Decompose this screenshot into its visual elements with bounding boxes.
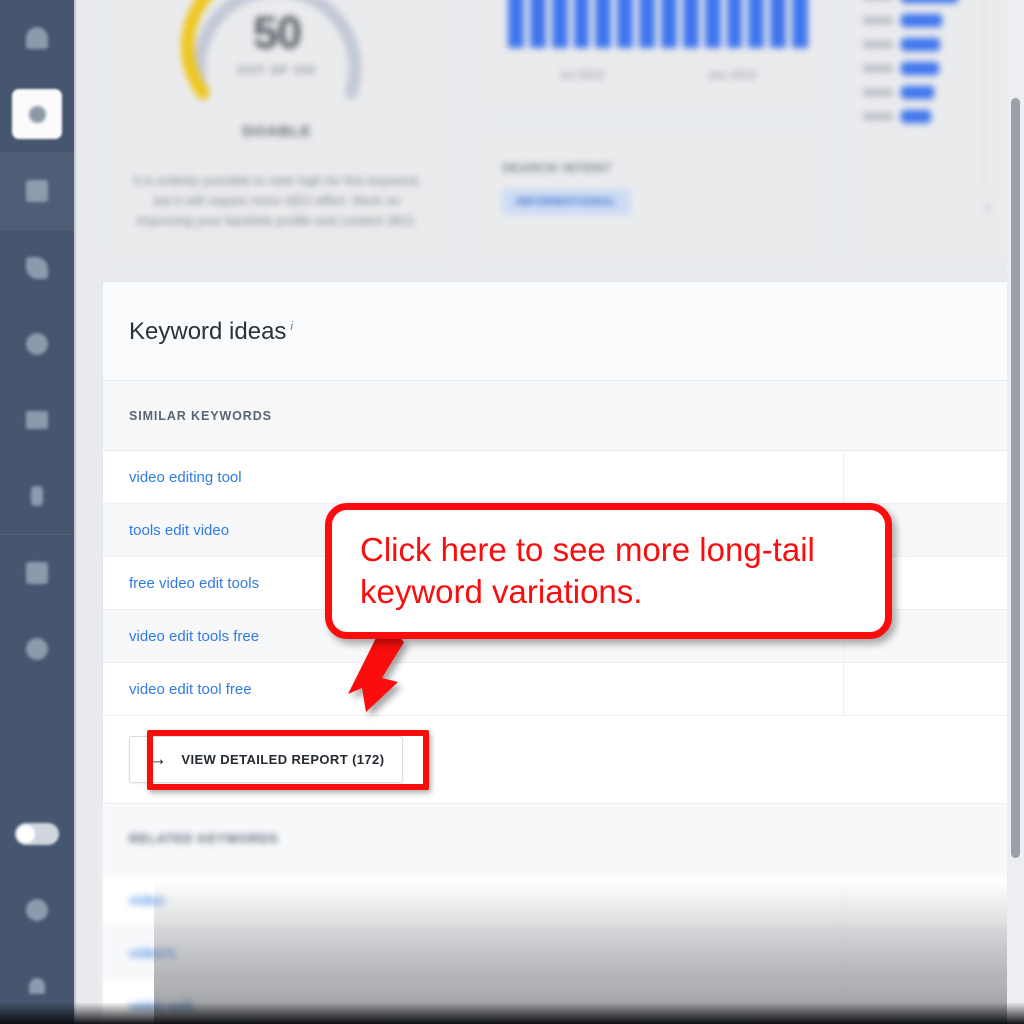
- volume-tick-0: Jul 2022: [559, 68, 605, 82]
- search-intent-badge: INFORMATIONAL: [502, 189, 631, 215]
- info-icon[interactable]: i: [290, 319, 293, 333]
- keyword-link[interactable]: video edit tool free: [129, 681, 252, 698]
- volume-tick-1: Jan 2023: [707, 68, 757, 82]
- money-icon: [31, 486, 43, 506]
- sidebar-theme-toggle[interactable]: [0, 796, 74, 872]
- list-item[interactable]: video editing tool: [103, 451, 1019, 504]
- briefcase-icon: [26, 562, 48, 584]
- sidebar-item-home[interactable]: [0, 0, 74, 76]
- page-title: Keyword ideas i: [129, 318, 993, 346]
- sidebar-item-market[interactable]: [0, 611, 74, 687]
- sidebar-group-primary: [0, 0, 74, 152]
- countries-widget: ?: [852, 0, 1024, 262]
- app-root: 50 OUT OF 100 DOABLE It is entirely poss…: [0, 0, 1024, 1024]
- sidebar-item-advertising[interactable]: [0, 458, 74, 534]
- sidebar-item-agency[interactable]: [0, 535, 74, 611]
- similar-keywords-footer: → VIEW DETAILED REPORT (172): [103, 716, 1019, 804]
- search-intent-widget: SEARCH INTENTi INFORMATIONAL: [477, 132, 827, 262]
- column-divider: [843, 927, 844, 979]
- scrollbar-track[interactable]: [1007, 0, 1024, 1024]
- keyword-ideas-header: Keyword ideas i: [103, 282, 1019, 381]
- arrow-right-icon: →: [148, 749, 168, 770]
- sidebar-group-tools: [0, 230, 74, 534]
- keyword-icon: [26, 411, 48, 429]
- section-header-similar-keywords: SIMILAR KEYWORDS: [103, 381, 1019, 451]
- active-item-chip: [12, 89, 62, 139]
- keyword-link[interactable]: tools edit video: [129, 522, 229, 539]
- column-divider: [843, 451, 844, 503]
- home-icon: [26, 27, 48, 49]
- sidebar-item-help[interactable]: [0, 872, 74, 948]
- search-intent-label: SEARCH INTENT: [502, 161, 612, 175]
- help-icon: [26, 899, 48, 921]
- annotation-callout-text: Click here to see more long-tail keyword…: [360, 530, 815, 610]
- list-item[interactable]: video edit tool free: [103, 663, 1019, 716]
- sidebar-group-secondary: [0, 535, 74, 687]
- related-keywords-section: RELATED KEYWORDS video video's video edi…: [103, 804, 1019, 1024]
- countries-bar-chart: [863, 0, 1021, 123]
- middle-widget-column: VOLUME: [477, 0, 827, 262]
- scrollbar-thumb[interactable]: [1011, 98, 1020, 858]
- sidebar-item-dashboard[interactable]: [0, 76, 74, 152]
- overview-widgets: 50 OUT OF 100 DOABLE It is entirely poss…: [102, 0, 1024, 262]
- profile-icon: [29, 978, 45, 994]
- search-intent-title: SEARCH INTENTi: [502, 159, 802, 175]
- difficulty-gauge: 50 OUT OF 100: [177, 0, 377, 105]
- theme-toggle[interactable]: [15, 823, 59, 845]
- list-item[interactable]: video's: [103, 927, 1019, 980]
- keyword-ideas-title-text: Keyword ideas: [129, 318, 287, 345]
- keyword-link[interactable]: video: [129, 892, 165, 909]
- keyword-link[interactable]: video editing tool: [129, 469, 242, 486]
- keyword-difficulty-widget: 50 OUT OF 100 DOABLE It is entirely poss…: [102, 0, 452, 262]
- sidebar-item-projects[interactable]: [0, 153, 74, 229]
- difficulty-description: It is entirely possible to rank high for…: [133, 173, 421, 229]
- difficulty-score: 50: [252, 7, 302, 58]
- keyword-link[interactable]: free video edit tools: [129, 575, 259, 592]
- view-detailed-report-label: VIEW DETAILED REPORT (172): [181, 752, 385, 767]
- domain-icon: [26, 333, 48, 355]
- analytics-icon: [26, 257, 48, 279]
- sidebar-item-keyword-research[interactable]: [0, 382, 74, 458]
- annotation-callout: Click here to see more long-tail keyword…: [325, 503, 892, 639]
- projects-icon: [26, 180, 48, 202]
- countries-footer: ?: [983, 202, 991, 217]
- info-icon[interactable]: i: [611, 159, 614, 170]
- volume-bar-chart: [508, 0, 809, 48]
- keyword-link[interactable]: video edit tools free: [129, 628, 259, 645]
- sidebar-item-analytics[interactable]: [0, 230, 74, 306]
- left-sidebar: [0, 0, 74, 1024]
- list-item[interactable]: video: [103, 874, 1019, 927]
- bottom-edge-shadow: [0, 1002, 1024, 1024]
- volume-widget: VOLUME: [477, 0, 827, 107]
- dashboard-icon: [28, 105, 46, 123]
- view-detailed-report-button[interactable]: → VIEW DETAILED REPORT (172): [129, 736, 404, 783]
- volume-axis: Jul 2022 Jan 2023: [508, 68, 808, 82]
- keyword-ideas-card: Keyword ideas i SIMILAR KEYWORDS video ed…: [102, 281, 1020, 1024]
- difficulty-label: DOABLE: [242, 123, 312, 140]
- sidebar-edge-shadow: [74, 0, 77, 1024]
- keyword-link[interactable]: video's: [129, 945, 175, 962]
- column-divider: [843, 874, 844, 926]
- globe-icon: [26, 638, 48, 660]
- difficulty-score-sub: OUT OF 100: [237, 63, 317, 77]
- section-header-related-keywords: RELATED KEYWORDS: [103, 804, 1019, 874]
- sidebar-item-domain-overview[interactable]: [0, 306, 74, 382]
- column-divider: [843, 663, 844, 715]
